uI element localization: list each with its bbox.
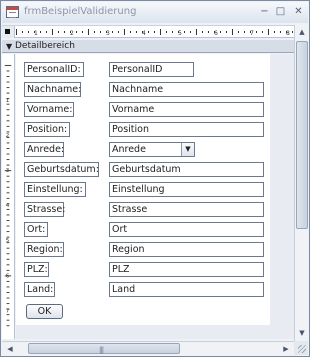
field-label[interactable]: Anrede: [24, 142, 64, 157]
resize-grip-icon[interactable] [294, 341, 308, 355]
anrede-combobox[interactable]: Anrede ▼ [109, 142, 195, 157]
ruler-label: 6 [6, 273, 10, 279]
ruler-label: 1 [6, 98, 10, 104]
field-control-source: Einstellung [112, 184, 165, 195]
field-textbox[interactable]: Strasse [109, 202, 264, 217]
field-control-source: PLZ [112, 264, 130, 275]
field-control-source: Anrede [112, 144, 146, 155]
ruler-label: 1 [34, 30, 38, 37]
field-textbox[interactable]: Position [109, 122, 264, 137]
section-label: Detailbereich [15, 41, 75, 51]
scroll-left-icon[interactable]: ◀ [4, 343, 16, 355]
horizontal-scroll-thumb[interactable]: ||| [28, 343, 180, 354]
scroll-right-icon[interactable]: ▶ [280, 343, 292, 355]
scroll-down-icon[interactable]: ▼ [296, 327, 308, 339]
ruler-label: 3 [106, 30, 110, 37]
ruler-label: 5 [6, 238, 10, 244]
minimize-button[interactable]: − [258, 5, 271, 18]
field-control-source: Ort [112, 224, 128, 235]
maximize-button[interactable]: □ [274, 5, 287, 18]
vertical-scrollbar[interactable]: ▲ ▼ [294, 25, 308, 341]
design-area: OK PersonalID: PersonalID Nachname: Nachnam… [16, 54, 294, 339]
field-control-source: PersonalID [112, 64, 163, 75]
ruler-label: 6 [214, 30, 218, 37]
field-control-source: Vorname [112, 104, 155, 115]
field-label[interactable]: Geburtsdatum: [24, 162, 99, 177]
ruler-label: 7 [6, 308, 10, 314]
field-textbox[interactable]: PLZ [109, 262, 264, 277]
ruler-label: 8 [286, 30, 290, 37]
field-control-source: Nachname [112, 84, 164, 95]
window-title: frmBeispielValidierung [24, 6, 137, 17]
horizontal-ruler[interactable]: 12345678910 [16, 26, 296, 38]
field-label[interactable]: PLZ: [24, 262, 49, 277]
chevron-down-icon[interactable]: ▼ [181, 143, 194, 156]
ruler-label: 5 [178, 30, 182, 37]
close-button[interactable]: ✕ [292, 5, 305, 18]
field-control-source: Region [112, 244, 145, 255]
field-label[interactable]: Ort: [24, 222, 48, 237]
scroll-up-icon[interactable]: ▲ [296, 26, 308, 38]
field-textbox[interactable]: Vorname [109, 102, 264, 117]
field-textbox[interactable]: Geburtsdatum [109, 162, 264, 177]
grip-icon: ||| [99, 346, 104, 354]
form-window: frmBeispielValidierung − □ ✕ 12345678910… [0, 0, 310, 357]
field-textbox[interactable]: Land [109, 282, 264, 297]
ruler-label: 7 [250, 30, 254, 37]
field-control-source: Position [112, 124, 149, 135]
horizontal-ruler-row: 12345678910 [2, 25, 308, 38]
ok-button[interactable]: OK [26, 304, 63, 319]
field-control-source: Land [112, 284, 136, 295]
field-control-source: Geburtsdatum [112, 164, 181, 175]
field-textbox[interactable]: PersonalID [109, 62, 194, 77]
field-label[interactable]: Vorname: [24, 102, 74, 117]
title-bar[interactable]: frmBeispielValidierung − □ ✕ [2, 2, 308, 23]
field-label[interactable]: Nachname: [24, 82, 81, 97]
field-textbox[interactable]: Nachname [109, 82, 264, 97]
field-textbox[interactable]: Einstellung [109, 182, 264, 197]
form-selector[interactable] [2, 26, 15, 38]
vertical-ruler[interactable]: 1 2 3 4 5 6 7 [2, 54, 15, 339]
field-label[interactable]: Strasse: [24, 202, 65, 217]
field-label[interactable]: Region: [24, 242, 64, 257]
field-label[interactable]: Einstellung: [24, 182, 86, 197]
form-icon[interactable] [6, 6, 19, 18]
ruler-label: 3 [6, 168, 10, 174]
field-label[interactable]: Land: [24, 282, 55, 297]
field-control-source: Strasse [112, 204, 148, 215]
ruler-label: 2 [70, 30, 74, 37]
field-label[interactable]: PersonalID: [24, 62, 84, 77]
field-label[interactable]: Position: [24, 122, 70, 137]
detail-section-bar[interactable]: ▼ Detailbereich [2, 40, 294, 53]
vertical-scroll-thumb[interactable] [296, 41, 308, 229]
ruler-label: 4 [6, 203, 10, 209]
field-textbox[interactable]: Ort [109, 222, 264, 237]
arrow-down-icon: ▼ [6, 42, 13, 51]
detail-form-area: OK PersonalID: PersonalID Nachname: Nachnam… [16, 54, 270, 325]
horizontal-scrollbar[interactable]: ◀ ||| ▶ [2, 341, 295, 355]
ruler-label: 4 [142, 30, 146, 37]
field-textbox[interactable]: Region [109, 242, 264, 257]
ruler-label: 2 [6, 133, 10, 139]
